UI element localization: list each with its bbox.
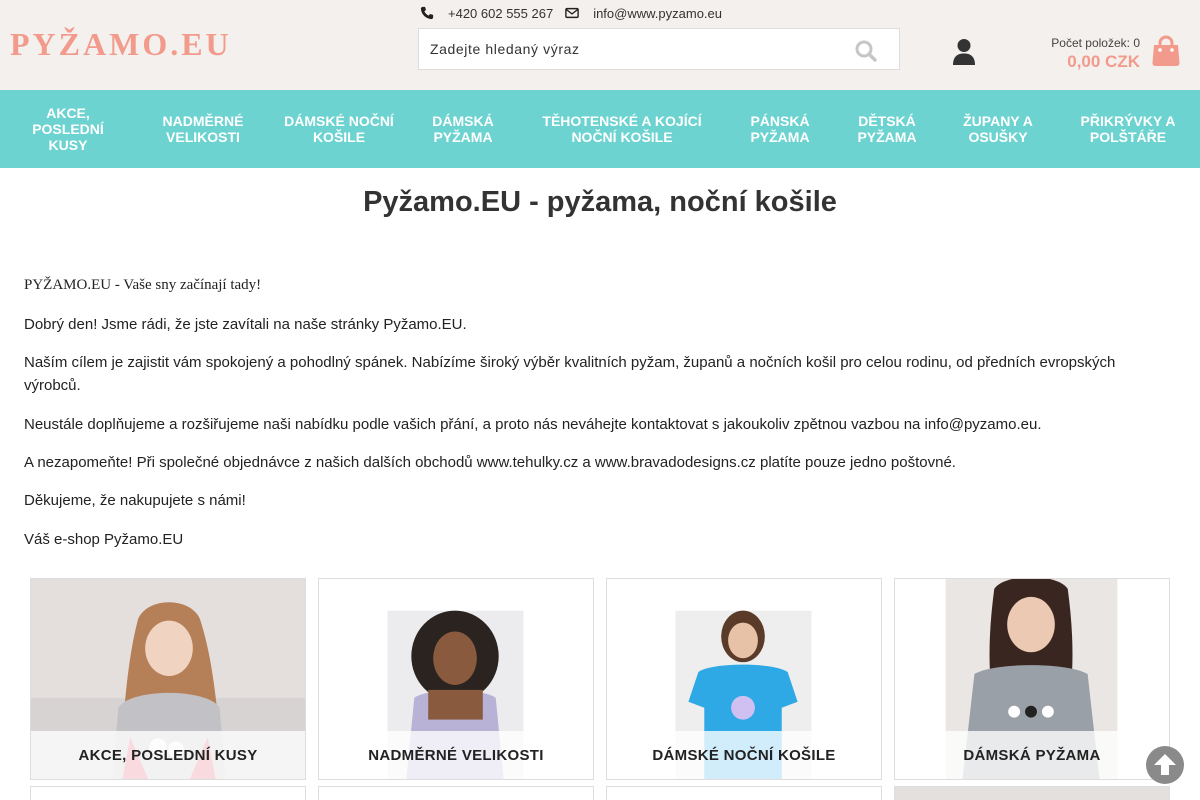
nav-item-prikryvky[interactable]: PŘIKRÝVKY A POLŠTÁŘE — [1070, 90, 1186, 168]
user-icon[interactable] — [952, 38, 976, 66]
back-to-top-button[interactable] — [1146, 746, 1184, 784]
arrow-up-icon — [1154, 754, 1176, 775]
search-box — [418, 28, 900, 70]
category-label: DÁMSKÁ PYŽAMA — [895, 731, 1169, 779]
category-card[interactable] — [30, 786, 306, 800]
site-header: PYŽAMO.EU +420 602 555 267 info@www.pyza… — [0, 0, 1200, 90]
category-card[interactable] — [894, 786, 1170, 800]
category-card[interactable] — [318, 786, 594, 800]
nav-item-tehotenske[interactable]: TĚHOTENSKÉ A KOJÍCÍ NOČNÍ KOŠILE — [530, 90, 714, 168]
contact-phone[interactable]: +420 602 555 267 — [448, 6, 553, 21]
category-card[interactable] — [606, 786, 882, 800]
intro-tagline: PYŽAMO.EU - Vaše sny začínají tady! — [24, 277, 262, 293]
cart-count: Počet položek: 0 — [1051, 36, 1140, 50]
intro-paragraph: Neustále doplňujeme a rozšiřujeme naši n… — [24, 416, 1042, 433]
intro-paragraph: Naším cílem je zajistit vám spokojený a … — [24, 354, 1116, 394]
category-label: NADMĚRNÉ VELIKOSTI — [319, 731, 593, 779]
search-input[interactable] — [419, 29, 839, 69]
phone-icon — [420, 6, 434, 20]
nav-item-damska-pyzama[interactable]: DÁMSKÁ PYŽAMA — [418, 90, 508, 168]
nav-item-panska-pyzama[interactable]: PÁNSKÁ PYŽAMA — [735, 90, 825, 168]
cart-summary[interactable]: Počet položek: 0 0,00 CZK — [1051, 36, 1140, 72]
cart-total: 0,00 CZK — [1067, 52, 1140, 71]
nav-item-nadmerne[interactable]: NADMĚRNÉ VELIKOSTI — [148, 90, 258, 168]
nav-item-akce[interactable]: AKCE, POSLEDNÍ KUSY — [18, 90, 118, 168]
category-card-akce[interactable]: AKCE, POSLEDNÍ KUSY — [30, 578, 306, 780]
search-icon[interactable] — [855, 40, 877, 62]
main-nav: AKCE, POSLEDNÍ KUSY NADMĚRNÉ VELIKOSTI D… — [0, 90, 1200, 168]
nav-item-detska-pyzama[interactable]: DĚTSKÁ PYŽAMA — [843, 90, 931, 168]
site-logo[interactable]: PYŽAMO.EU — [10, 28, 232, 60]
category-label: AKCE, POSLEDNÍ KUSY — [31, 731, 305, 779]
contact-bar: +420 602 555 267 info@www.pyzamo.eu — [420, 5, 734, 21]
category-card-nadmerne[interactable]: NADMĚRNÉ VELIKOSTI — [318, 578, 594, 780]
category-label: DÁMSKÉ NOČNÍ KOŠILE — [607, 731, 881, 779]
intro-signature: Váš e-shop Pyžamo.EU — [24, 531, 184, 548]
intro-paragraph: Dobrý den! Jsme rádi, že jste zavítali n… — [24, 316, 467, 333]
intro-paragraph: Děkujeme, že nakupujete s námi! — [24, 492, 246, 509]
intro-paragraph: A nezapomeňte! Při společné objednávce z… — [24, 454, 956, 471]
contact-email[interactable]: info@www.pyzamo.eu — [593, 6, 722, 21]
category-card-damske-nocni-kosile[interactable]: DÁMSKÉ NOČNÍ KOŠILE — [606, 578, 882, 780]
category-card-damska-pyzama[interactable]: DÁMSKÁ PYŽAMA — [894, 578, 1170, 780]
nav-item-damske-nocni-kosile[interactable]: DÁMSKÉ NOČNÍ KOŠILE — [278, 90, 400, 168]
nav-item-zupany[interactable]: ŽUPANY A OSUŠKY — [950, 90, 1046, 168]
shopping-bag-icon[interactable] — [1151, 35, 1181, 67]
envelope-icon — [565, 7, 580, 19]
page-title: Pyžamo.EU - pyžama, noční košile — [363, 186, 837, 218]
